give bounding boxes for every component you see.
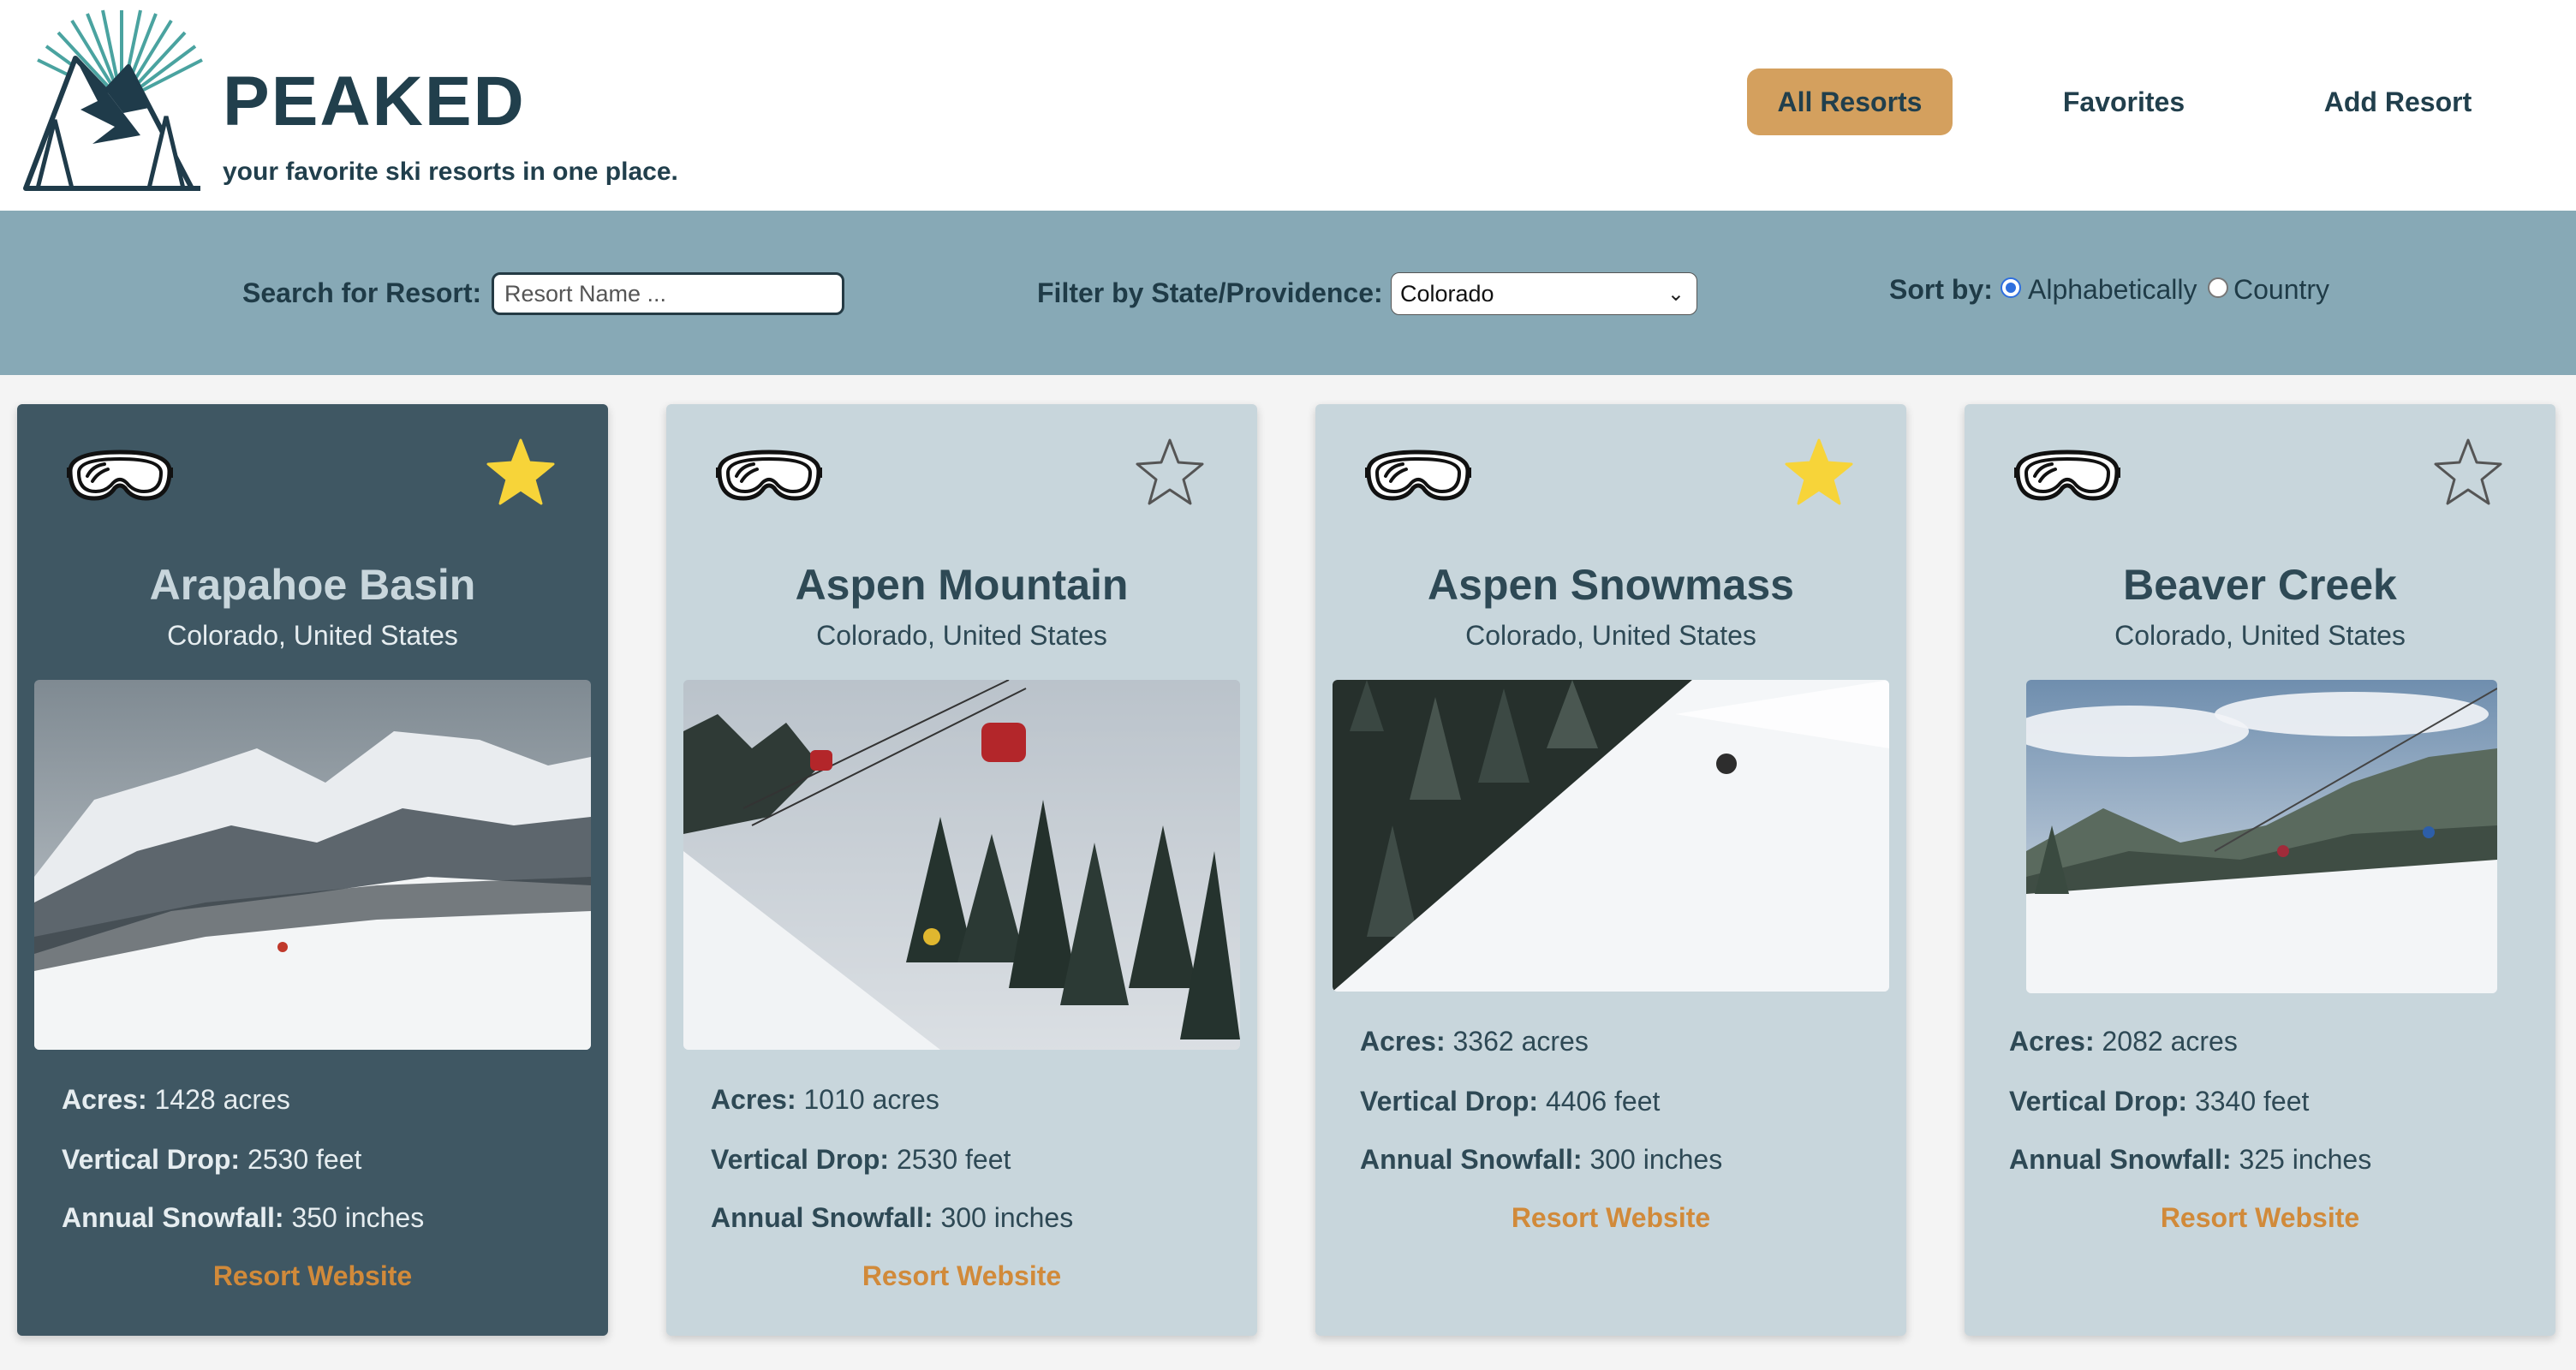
favorite-star-outline-icon[interactable] — [1134, 437, 1206, 509]
acres-stat: Acres: 1010 acres — [711, 1084, 939, 1115]
search-label: Search for Resort: — [242, 277, 482, 308]
resort-name: Beaver Creek — [2123, 561, 2397, 609]
resort-website-link[interactable]: Resort Website — [17, 1260, 608, 1292]
ski-goggles-icon — [2014, 450, 2120, 501]
nav-favorites-button[interactable]: Favorites — [2038, 68, 2209, 135]
resort-photo — [34, 680, 591, 1050]
ski-goggles-icon — [1365, 450, 1471, 501]
acres-stat: Acres: 2082 acres — [2009, 1026, 2238, 1057]
snowfall-stat: Annual Snowfall: 300 inches — [711, 1202, 1074, 1233]
sort-alphabetically-label[interactable]: Alphabetically — [2028, 274, 2197, 306]
favorite-star-outline-icon[interactable] — [2432, 437, 2504, 509]
favorite-star-filled-icon[interactable] — [485, 437, 557, 509]
brand-title: PEAKED — [223, 63, 526, 140]
resort-card[interactable]: Arapahoe Basin Colorado, United States A… — [17, 404, 608, 1336]
state-filter-label: Filter by State/Providence: — [1037, 277, 1383, 308]
brand-tagline: your favorite ski resorts in one place. — [223, 158, 678, 186]
ski-goggles-icon — [67, 450, 173, 501]
favorite-star-filled-icon[interactable] — [1783, 437, 1855, 509]
mountain-logo-icon — [23, 9, 203, 191]
resort-location: Colorado, United States — [2114, 620, 2406, 651]
state-filter-value: Colorado — [1400, 280, 1494, 307]
resort-card[interactable]: Aspen Snowmass Colorado, United States A… — [1315, 404, 1906, 1336]
resort-name: Arapahoe Basin — [149, 561, 476, 609]
search-input[interactable] — [492, 272, 844, 315]
resort-photo — [1333, 680, 1889, 992]
resort-website-link[interactable]: Resort Website — [666, 1260, 1257, 1292]
chevron-down-icon: ⌄ — [1667, 283, 1685, 306]
vertical-drop-stat: Vertical Drop: 2530 feet — [62, 1144, 362, 1175]
acres-stat: Acres: 3362 acres — [1360, 1026, 1589, 1057]
resort-website-link[interactable]: Resort Website — [1965, 1202, 2555, 1234]
nav-add-resort-button[interactable]: Add Resort — [2312, 68, 2484, 135]
ski-goggles-icon — [716, 450, 822, 501]
nav-all-resorts-button[interactable]: All Resorts — [1747, 68, 1953, 135]
resort-photo — [2026, 680, 2497, 993]
resort-card[interactable]: Aspen Mountain Colorado, United States A… — [666, 404, 1257, 1336]
sort-label: Sort by: — [1889, 274, 1993, 305]
header: PEAKED your favorite ski resorts in one … — [0, 0, 2576, 211]
snowfall-stat: Annual Snowfall: 325 inches — [2009, 1144, 2372, 1175]
resort-name: Aspen Mountain — [795, 561, 1129, 609]
snowfall-stat: Annual Snowfall: 300 inches — [1360, 1144, 1723, 1175]
resort-location: Colorado, United States — [167, 620, 458, 651]
resort-website-link[interactable]: Resort Website — [1315, 1202, 1906, 1234]
resort-photo — [683, 680, 1240, 1050]
acres-stat: Acres: 1428 acres — [62, 1084, 290, 1115]
sort-country-label[interactable]: Country — [2233, 274, 2329, 306]
resort-card[interactable]: Beaver Creek Colorado, United States Acr… — [1965, 404, 2555, 1336]
vertical-drop-stat: Vertical Drop: 2530 feet — [711, 1144, 1011, 1175]
snowfall-stat: Annual Snowfall: 350 inches — [62, 1202, 425, 1233]
resort-location: Colorado, United States — [1465, 620, 1756, 651]
resort-name: Aspen Snowmass — [1428, 561, 1794, 609]
state-filter-select[interactable]: Colorado ⌄ — [1391, 272, 1697, 315]
resort-location: Colorado, United States — [816, 620, 1107, 651]
vertical-drop-stat: Vertical Drop: 4406 feet — [1360, 1086, 1661, 1117]
vertical-drop-stat: Vertical Drop: 3340 feet — [2009, 1086, 2310, 1117]
sort-alphabetically-radio[interactable] — [2001, 277, 2021, 298]
sort-country-radio[interactable] — [2208, 277, 2228, 298]
